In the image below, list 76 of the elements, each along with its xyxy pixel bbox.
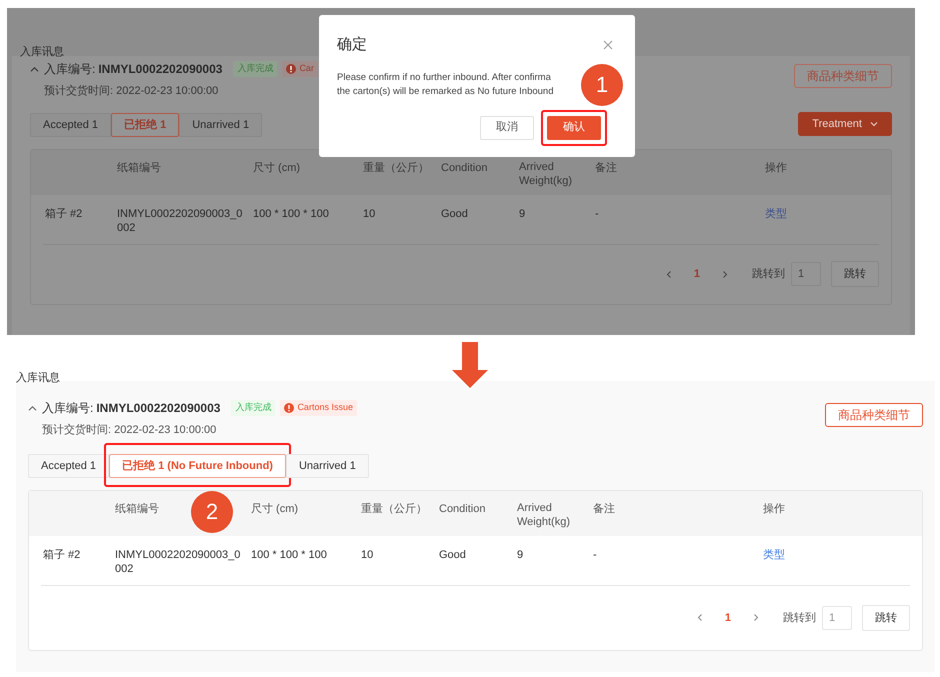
table-cell-text: 100 * 100 * 100 xyxy=(253,206,330,222)
column-header: Arrived Weight(kg) xyxy=(519,160,573,188)
table-cell-text: 9 xyxy=(519,206,526,222)
column-header: Arrived Weight(kg) xyxy=(517,500,571,529)
column-header: 备注 xyxy=(595,160,617,175)
collapse-caret-icon[interactable] xyxy=(30,66,39,72)
status-tag: 入库完成 xyxy=(231,400,276,416)
column-header: 重量（公斤） xyxy=(363,160,429,175)
tab[interactable]: Accepted 1 xyxy=(30,112,112,137)
estimated-delivery-time: 预计交货时间: 2022-02-23 10:00:00 xyxy=(43,84,220,99)
table-cell-text: 箱子 #2 xyxy=(43,548,82,563)
section-title: 入库讯息 xyxy=(16,372,60,384)
column-header: Condition xyxy=(439,502,486,516)
warning-icon xyxy=(284,403,294,413)
go-button[interactable]: 跳转 xyxy=(862,604,910,631)
jump-to-label: 跳转到 xyxy=(752,267,785,282)
treatment-dropdown-button[interactable]: Treatment xyxy=(798,112,892,136)
type-link[interactable]: 类型 xyxy=(765,208,787,220)
inbound-number: INMYL0002202090003 xyxy=(96,400,220,417)
inbound-number: INMYL0002202090003 xyxy=(98,61,222,78)
page-input-field[interactable]: 1 xyxy=(822,606,852,630)
table-cell-text: INMYL0002202090003_0002 xyxy=(117,206,244,236)
table-cell-text: 10 xyxy=(363,206,376,222)
issue-text: Car xyxy=(299,62,314,76)
table-cell-text: INMYL0002202090003_0002 xyxy=(115,548,242,577)
type-link[interactable]: 类型 xyxy=(763,548,785,561)
previous-page-icon[interactable] xyxy=(666,270,672,279)
table-cell-text: 9 xyxy=(517,548,524,563)
tab[interactable]: Accepted 1 xyxy=(28,454,110,478)
estimated-delivery-time: 预计交货时间: 2022-02-23 10:00:00 xyxy=(41,422,218,438)
down-arrow xyxy=(452,342,488,388)
section-title: 入库讯息 xyxy=(20,46,64,58)
cancel-button[interactable]: 取消 xyxy=(480,116,534,140)
tab[interactable]: 已拒绝 1 xyxy=(111,112,180,137)
collapse-caret-icon[interactable] xyxy=(28,404,37,412)
column-header: 重量（公斤） xyxy=(361,502,427,516)
dialog-message-line: Please confirm if no further inbound. After confirma xyxy=(337,70,551,84)
page-number[interactable]: 1 xyxy=(688,266,706,282)
column-header: 纸箱编号 xyxy=(115,502,159,516)
column-header: 备注 xyxy=(593,502,615,516)
column-header: 操作 xyxy=(763,502,785,516)
caret-icon xyxy=(870,121,878,128)
column-header: 尺寸 (cm) xyxy=(253,160,300,175)
confirm-button[interactable]: 确认 xyxy=(547,116,601,140)
tab[interactable]: Unarrived 1 xyxy=(179,112,262,137)
table-cell-text: 10 xyxy=(361,548,374,563)
column-header: Condition xyxy=(441,160,488,175)
issue-text: Cartons Issue xyxy=(297,401,353,414)
step-number-badge: 1 xyxy=(581,64,623,106)
product-category-details-button[interactable]: 商品种类细节 xyxy=(825,403,923,427)
next-page-icon[interactable] xyxy=(722,270,728,279)
tab[interactable]: Unarrived 1 xyxy=(286,454,369,478)
table-cell-text: - xyxy=(595,206,600,222)
warning-icon xyxy=(286,64,296,74)
dialog-message-line: the carton(s) will be remarked as No future Inbound xyxy=(337,84,554,98)
table-cell-text: 100 * 100 * 100 xyxy=(251,548,328,563)
next-page-icon[interactable] xyxy=(753,613,759,622)
column-header: 尺寸 (cm) xyxy=(251,502,298,516)
table-cell-text: - xyxy=(593,548,598,563)
inbound-label: 入库编号: xyxy=(42,400,94,417)
go-button[interactable]: 跳转 xyxy=(831,261,879,288)
table-cell-text: Good xyxy=(441,206,469,222)
close-icon[interactable] xyxy=(603,40,613,50)
tab[interactable]: 已拒绝 1 (No Future Inbound) xyxy=(109,454,286,478)
column-header: 纸箱编号 xyxy=(117,160,161,175)
column-header: 操作 xyxy=(765,160,787,175)
table-cell-text: 箱子 #2 xyxy=(45,206,84,222)
table-cell-text: Good xyxy=(439,548,467,563)
jump-to-label: 跳转到 xyxy=(783,610,816,626)
dialog-title: 确定 xyxy=(337,35,367,55)
page-input-field[interactable]: 1 xyxy=(791,262,821,286)
product-category-details-button[interactable]: 商品种类细节 xyxy=(794,64,892,88)
page-number[interactable]: 1 xyxy=(718,610,737,626)
status-tag: 入库完成 xyxy=(233,61,278,77)
inbound-label: 入库编号: xyxy=(44,61,96,78)
previous-page-icon[interactable] xyxy=(696,613,703,622)
